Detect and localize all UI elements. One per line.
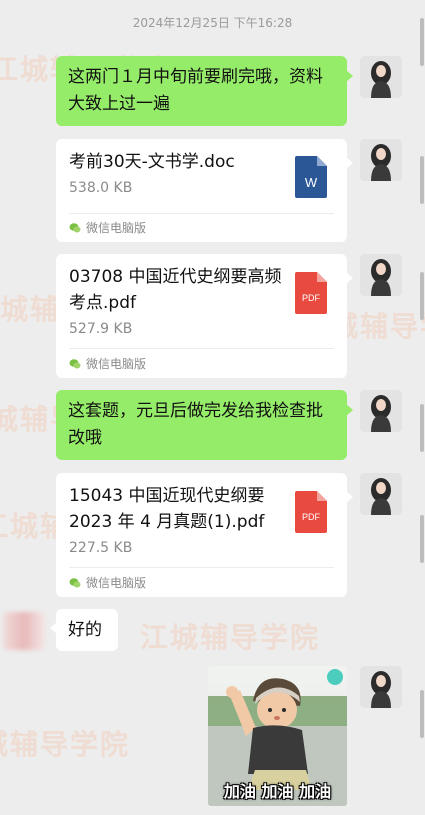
scrollbar[interactable] [420,156,424,204]
file-name: 03708 中国近代史纲要高频考点.pdf [69,267,282,313]
file-message[interactable]: 03708 中国近代史纲要高频考点.pdf 527.9 KB PDF 微信电脑版 [56,254,353,378]
person-icon [360,139,402,181]
svg-text:W: W [305,175,318,190]
person-icon [360,390,402,432]
file-message[interactable]: 15043 中国近现代史纲要 2023 年 4 月真题(1).pdf 227.5… [56,473,353,597]
sticker-image[interactable]: 加油 加油 加油 [208,666,347,806]
file-name: 考前30天-文书学.doc [69,152,235,172]
pdf-icon: PDF [295,491,327,533]
person-icon [360,473,402,515]
file-source: 微信电脑版 [69,574,146,591]
person-icon [360,56,402,98]
person-icon [360,254,402,296]
received-message[interactable]: 好的 [50,609,118,651]
sticker-caption: 加油 加油 加油 [223,782,332,801]
avatar[interactable] [3,612,45,650]
scrollbar[interactable] [420,690,424,738]
sent-message[interactable]: 这两门１月中旬前要刷完哦，资料大致上过一遍 [56,56,353,126]
scrollbar[interactable] [420,272,424,320]
scrollbar[interactable] [420,515,424,563]
person-icon [360,666,402,708]
watermark: 江城辅导学院 [140,621,321,654]
source-label: 微信电脑版 [86,221,147,235]
svg-text:PDF: PDF [302,293,321,303]
message-timestamp: 2024年12月25日 下午16:28 [132,16,293,30]
divider [69,567,334,568]
source-label: 微信电脑版 [86,576,147,590]
avatar[interactable] [360,390,402,432]
watermark: 江城辅导学院 [0,728,131,761]
file-size: 538.0 KB [69,180,133,196]
sent-message[interactable]: 这套题，元旦后做完发给我检查批改哦 [56,390,353,460]
wechat-icon [69,358,81,368]
file-size: 227.5 KB [69,540,133,556]
file-message[interactable]: 考前30天-文书学.doc 538.0 KB W 微信电脑版 [56,139,353,242]
avatar[interactable] [360,139,402,181]
file-source: 微信电脑版 [69,355,146,372]
wechat-icon [69,222,81,232]
wechat-icon [69,577,81,587]
word-icon: W [295,156,327,198]
divider [69,348,334,349]
scrollbar[interactable] [420,18,424,66]
file-source: 微信电脑版 [69,219,146,236]
avatar[interactable] [360,56,402,98]
file-name: 15043 中国近现代史纲要 2023 年 4 月真题(1).pdf [69,486,265,532]
avatar[interactable] [360,473,402,515]
avatar[interactable] [360,254,402,296]
pdf-icon: PDF [295,272,327,314]
divider [69,213,334,214]
file-size: 527.9 KB [69,321,133,337]
svg-text:PDF: PDF [302,512,321,522]
avatar[interactable] [360,666,402,708]
source-label: 微信电脑版 [86,357,147,371]
scrollbar[interactable] [420,404,424,452]
